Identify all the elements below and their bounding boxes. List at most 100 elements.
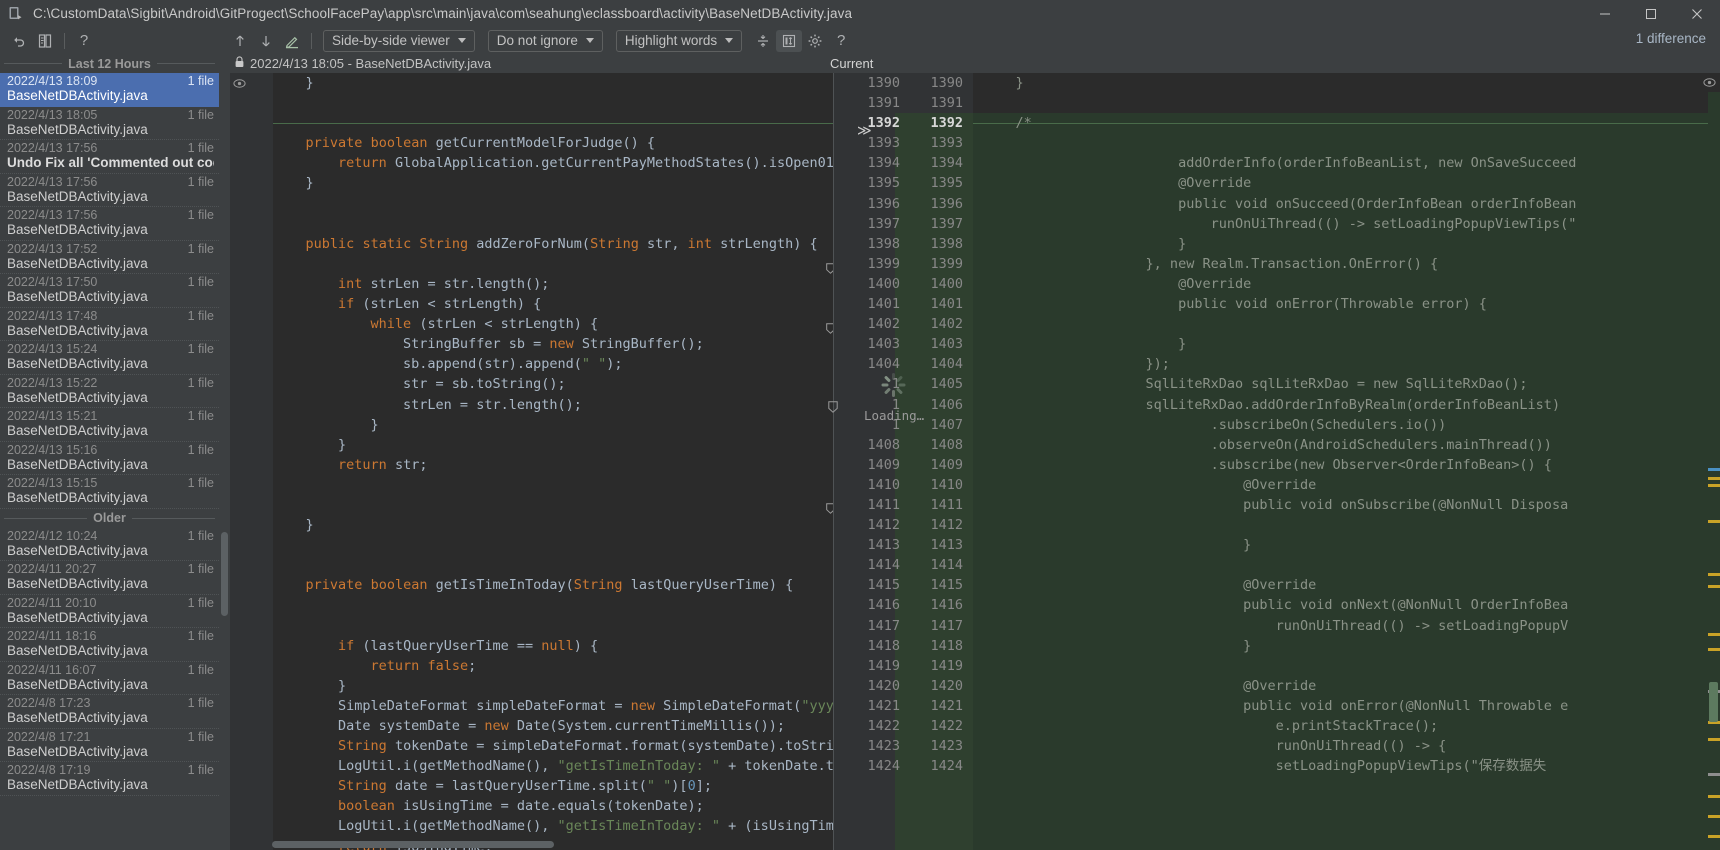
line-number: 1398 bbox=[867, 235, 900, 252]
diff-marker-tick[interactable] bbox=[1708, 835, 1720, 838]
revision-list-item[interactable]: 2022/4/8 17:19 1 file BaseNetDBActivity.ja… bbox=[0, 762, 219, 796]
revision-list-item[interactable]: 2022/4/8 17:21 1 file BaseNetDBActivity.ja… bbox=[0, 729, 219, 762]
revision-file-count: 1 file bbox=[187, 208, 214, 222]
revision-list-item[interactable]: 2022/4/11 16:07 1 file BaseNetDBActivity.j… bbox=[0, 662, 219, 695]
revision-list-item[interactable]: 2022/4/13 15:15 1 file BaseNetDBActivity.j… bbox=[0, 475, 219, 509]
line-number-gutter[interactable]: 1390 1391 1392 1393 1394 1395 1396 1397 1398 1399… bbox=[828, 73, 973, 850]
sidebar-scrollbar[interactable] bbox=[219, 54, 230, 850]
pencil-icon[interactable] bbox=[279, 30, 305, 52]
revision-timestamp: 2022/4/13 15:16 bbox=[7, 442, 98, 457]
diff-marker-tick[interactable] bbox=[1708, 773, 1720, 776]
line-number: 1397 bbox=[930, 215, 963, 232]
revision-label: Undo Fix all 'Commented out cod… bbox=[7, 155, 214, 170]
revision-list-item[interactable]: 2022/4/11 20:10 1 file BaseNetDBActivity.j… bbox=[0, 595, 219, 628]
revision-list-item[interactable]: 2022/4/13 17:50 1 file BaseNetDBActivity.j… bbox=[0, 274, 219, 308]
right-editor[interactable]: } /* addOrderInfo(orderInfoBeanList, new… bbox=[973, 73, 1720, 850]
window-title: C:\CustomData\Sigbit\Android\GitProgect\… bbox=[33, 6, 853, 21]
diff-marker-tick[interactable] bbox=[1708, 795, 1720, 798]
left-code-content[interactable]: } private boolean getCurrentModelForJudg… bbox=[273, 73, 834, 850]
sidebar-scrollbar-thumb[interactable] bbox=[221, 532, 228, 616]
code-line: @Override bbox=[983, 476, 1317, 493]
diff-marker-scrollbar[interactable] bbox=[1708, 92, 1720, 850]
minimize-button[interactable] bbox=[1582, 0, 1628, 27]
gear-icon[interactable] bbox=[802, 30, 828, 52]
revision-timestamp: 2022/4/13 15:22 bbox=[7, 375, 98, 390]
arrow-up-icon[interactable] bbox=[227, 30, 253, 52]
line-number: 1403 bbox=[930, 336, 963, 353]
revision-label: BaseNetDBActivity.java bbox=[7, 322, 148, 338]
code-line: public void onError(Throwable error) { bbox=[983, 296, 1487, 313]
revision-file-count: 1 file bbox=[187, 174, 214, 189]
highlight-mode-dropdown[interactable]: Highlight words bbox=[615, 29, 743, 52]
revision-list-item[interactable]: 2022/4/13 17:52 1 file BaseNetDBActivity.j… bbox=[0, 241, 219, 274]
ignore-policy-dropdown[interactable]: Do not ignore bbox=[487, 29, 603, 52]
viewer-mode-dropdown[interactable]: Side-by-side viewer bbox=[323, 29, 475, 52]
marker-scrollbar-thumb[interactable] bbox=[1709, 682, 1718, 722]
eye-icon[interactable] bbox=[1703, 76, 1716, 94]
revision-list-item[interactable]: 2022/4/13 15:21 1 file BaseNetDBActivity.j… bbox=[0, 408, 219, 442]
diff-marker-tick[interactable] bbox=[1708, 477, 1720, 480]
revision-list-item[interactable]: 2022/4/13 15:22 1 file BaseNetDBActivity.j… bbox=[0, 375, 219, 408]
revision-list-item[interactable]: 2022/4/13 17:56 1 file BaseNetDBActivity.j… bbox=[0, 207, 219, 241]
line-number: 1402 bbox=[867, 316, 900, 333]
revision-timestamp: 2022/4/12 10:24 bbox=[7, 528, 98, 543]
question-mark-icon[interactable]: ? bbox=[828, 30, 854, 52]
diff-marker-tick[interactable] bbox=[1708, 484, 1720, 487]
diff-marker-tick[interactable] bbox=[1708, 648, 1720, 651]
revision-list-item[interactable]: 2022/4/13 17:56 1 file Undo Fix all 'Comme… bbox=[0, 140, 219, 174]
fold-arrow-icon[interactable] bbox=[826, 503, 833, 517]
revision-file-count: 1 file bbox=[187, 729, 214, 744]
revision-list-item[interactable]: 2022/4/11 20:27 1 file BaseNetDBActivity.j… bbox=[0, 561, 219, 595]
revision-list-item[interactable]: 2022/4/13 15:16 1 file BaseNetDBActivity.j… bbox=[0, 442, 219, 475]
diff-marker-tick[interactable] bbox=[1708, 738, 1720, 741]
revision-file-count: 1 file bbox=[187, 629, 214, 643]
line-number: 1392 bbox=[867, 115, 900, 132]
viewer-mode-label: Side-by-side viewer bbox=[332, 33, 450, 48]
fold-arrow-icon[interactable] bbox=[826, 263, 833, 277]
revision-file-count: 1 file bbox=[187, 595, 214, 610]
close-button[interactable] bbox=[1674, 0, 1720, 27]
revision-list-item[interactable]: 2022/4/8 17:23 1 file BaseNetDBActivity.ja… bbox=[0, 695, 219, 729]
show-whitespace-icon[interactable] bbox=[776, 29, 803, 52]
line-number: 1412 bbox=[867, 517, 900, 534]
code-line: /* bbox=[983, 115, 1032, 132]
diff-marker-tick[interactable] bbox=[1708, 468, 1720, 471]
revision-label: BaseNetDBActivity.java bbox=[7, 576, 148, 591]
revision-list-item[interactable]: 2022/4/13 17:56 1 file BaseNetDBActivity.j… bbox=[0, 174, 219, 207]
diff-marker-tick[interactable] bbox=[1708, 573, 1720, 576]
code-line: private boolean getCurrentModelForJudge(… bbox=[305, 135, 656, 152]
left-editor-gutter[interactable] bbox=[230, 73, 273, 850]
revision-list-item[interactable]: 2022/4/12 10:24 1 file BaseNetDBActivity.j… bbox=[0, 528, 219, 561]
diff-marker-tick[interactable] bbox=[1708, 585, 1720, 588]
maximize-button[interactable] bbox=[1628, 0, 1674, 27]
diff-marker-tick[interactable] bbox=[1708, 633, 1720, 636]
fold-arrow-icon[interactable] bbox=[826, 323, 833, 337]
current-difference-marker[interactable]: ≫ bbox=[857, 123, 872, 139]
revision-list-item[interactable]: 2022/4/13 15:24 1 file BaseNetDBActivity.j… bbox=[0, 341, 219, 375]
compare-files-icon[interactable] bbox=[32, 30, 58, 52]
arrow-down-icon[interactable] bbox=[253, 30, 279, 52]
line-number: 1418 bbox=[930, 637, 963, 654]
collapse-unchanged-icon[interactable] bbox=[750, 30, 776, 52]
code-line: SimpleDateFormat simpleDateFormat = new … bbox=[273, 697, 833, 714]
revision-list-item[interactable]: 2022/4/13 17:48 1 file BaseNetDBActivity.j… bbox=[0, 308, 219, 341]
undo-icon[interactable] bbox=[6, 30, 32, 52]
highlight-mode-label: Highlight words bbox=[624, 33, 718, 48]
revision-list[interactable]: Last 12 Hours 2022/4/13 18:09 1 file BaseNe… bbox=[0, 54, 219, 850]
eye-icon[interactable] bbox=[233, 77, 246, 95]
revision-timestamp: 2022/4/8 17:21 bbox=[7, 729, 91, 744]
diff-marker-tick[interactable] bbox=[1708, 520, 1720, 523]
revision-list-item[interactable]: 2022/4/13 18:05 1 file BaseNetDBActivity.j… bbox=[0, 107, 219, 140]
code-line: public void onError(@NonNull Throwable e bbox=[983, 697, 1569, 714]
fold-arrow-icon[interactable] bbox=[828, 401, 838, 416]
right-code-content[interactable]: } /* addOrderInfo(orderInfoBeanList, new… bbox=[983, 73, 1720, 776]
line-number: 1400 bbox=[930, 275, 963, 292]
revision-list-item[interactable]: 2022/4/11 18:16 1 file BaseNetDBActivity.j… bbox=[0, 628, 219, 662]
left-editor[interactable]: } private boolean getCurrentModelForJudg… bbox=[230, 73, 833, 850]
diff-marker-tick[interactable] bbox=[1708, 815, 1720, 818]
help-icon[interactable]: ? bbox=[71, 30, 97, 52]
left-editor-horizontal-scrollbar[interactable] bbox=[272, 841, 554, 848]
code-line: str = sb.toString(); bbox=[273, 376, 566, 393]
revision-list-item[interactable]: 2022/4/13 18:09 1 file BaseNetDBActivity.j… bbox=[0, 73, 219, 107]
revision-file-count: 1 file bbox=[187, 107, 214, 122]
